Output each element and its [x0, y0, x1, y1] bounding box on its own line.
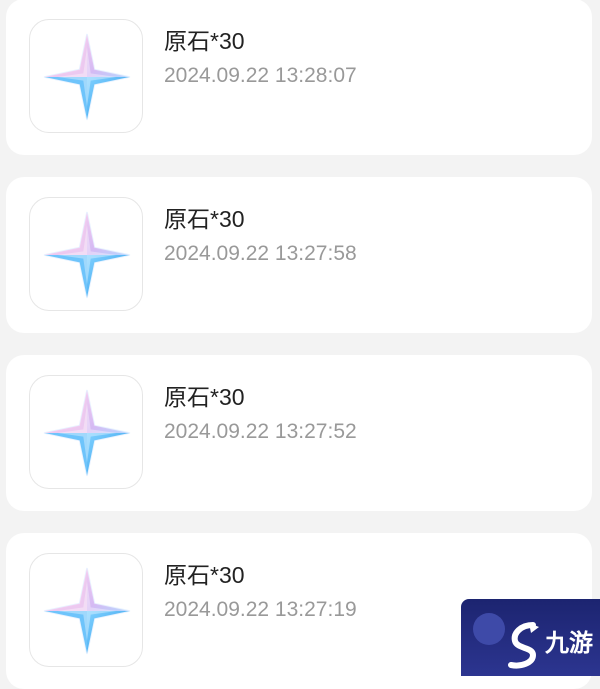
primogem-icon — [41, 209, 133, 301]
item-icon-frame — [29, 19, 143, 133]
primogem-icon — [41, 565, 133, 657]
record-title: 原石*30 — [164, 384, 245, 410]
record-timestamp: 2024.09.22 13:27:52 — [164, 420, 357, 443]
record-card[interactable]: 原石*30 2024.09.22 13:28:07 — [6, 0, 592, 155]
primogem-icon — [41, 387, 133, 479]
record-title: 原石*30 — [164, 28, 245, 54]
record-timestamp: 2024.09.22 13:27:19 — [164, 598, 357, 621]
item-icon-frame — [29, 375, 143, 489]
record-card[interactable]: 原石*30 2024.09.22 13:27:58 — [6, 177, 592, 333]
item-icon-frame — [29, 553, 143, 667]
watermark-text: 九游 — [545, 630, 593, 657]
item-icon-frame — [29, 197, 143, 311]
record-timestamp: 2024.09.22 13:28:07 — [164, 64, 357, 87]
record-title: 原石*30 — [164, 562, 245, 588]
site-watermark: 九游 — [461, 599, 600, 676]
record-card[interactable]: 原石*30 2024.09.22 13:27:52 — [6, 355, 592, 511]
primogem-icon — [41, 31, 133, 123]
watermark-circle — [473, 613, 505, 645]
record-title: 原石*30 — [164, 206, 245, 232]
record-timestamp: 2024.09.22 13:27:58 — [164, 242, 357, 265]
reward-record-list: 原石*30 2024.09.22 13:28:07 原石*30 2024.09.… — [0, 0, 600, 689]
jiuyou-logo-icon — [508, 622, 539, 669]
